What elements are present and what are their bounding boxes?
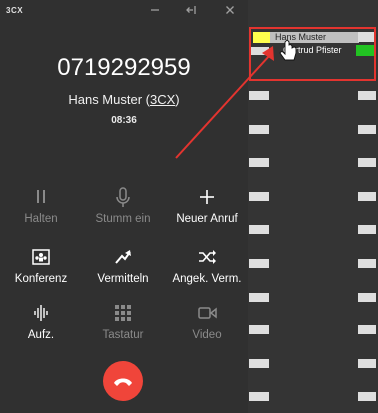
arrowhead-icon bbox=[262, 46, 274, 61]
annotation-arrow bbox=[175, 54, 271, 159]
hand-cursor-icon bbox=[279, 39, 297, 61]
annotation-overlay bbox=[175, 39, 297, 159]
